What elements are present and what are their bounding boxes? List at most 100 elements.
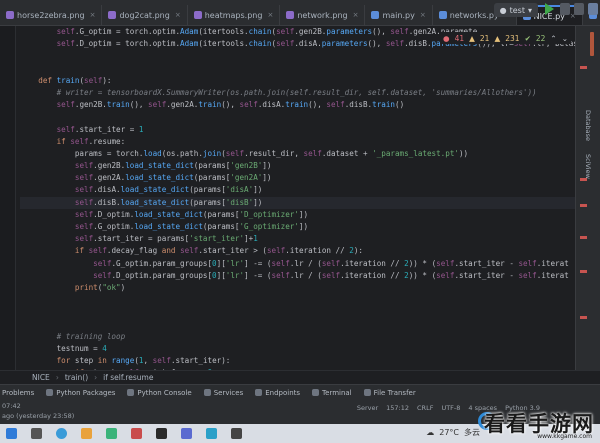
tool-python-console[interactable]: Python Console	[127, 389, 192, 397]
status-line-ending[interactable]: CRLF	[417, 404, 433, 412]
code-line[interactable]: self.gen2B.load_state_dict(params['gen2B…	[20, 160, 575, 172]
tab-main-py[interactable]: main.py ×	[365, 5, 433, 25]
sciview-tool-tab[interactable]: SciView	[584, 154, 592, 179]
error-stripe-marker[interactable]	[580, 204, 587, 207]
breadcrumb-separator: ›	[55, 373, 59, 382]
search-icon[interactable]	[31, 428, 42, 439]
status-encoding[interactable]: UTF-8	[441, 404, 460, 412]
code-line[interactable]: self.gen2A.load_state_dict(params['gen2A…	[20, 172, 575, 184]
code-line[interactable]: # writer = tensorboardX.SummaryWriter(os…	[20, 87, 575, 99]
code-line[interactable]: self.start_iter = params['start_iter']+1	[20, 233, 575, 245]
close-icon[interactable]: ×	[420, 11, 426, 19]
weather-icon: ☁	[426, 428, 435, 437]
code-area[interactable]: self.G_optim = torch.optim.Adam(itertool…	[20, 26, 575, 370]
chevron-down-icon[interactable]: ⌄	[562, 34, 568, 43]
code-line[interactable]	[20, 306, 575, 318]
image-file-icon	[193, 11, 202, 19]
browser-icon[interactable]	[56, 428, 67, 439]
tool-label: Python Packages	[56, 388, 116, 397]
tab-heatmaps-png[interactable]: heatmaps.png ×	[188, 5, 281, 25]
close-icon[interactable]: ×	[267, 11, 273, 19]
weather-temp[interactable]: 27°C	[439, 428, 459, 437]
close-icon[interactable]: ×	[175, 11, 181, 19]
pycharm-icon[interactable]	[156, 428, 167, 439]
code-line[interactable]: self.G_optim.param_groups[0]['lr'] -= (s…	[20, 258, 575, 270]
status-position[interactable]: 157:12	[386, 404, 409, 412]
run-icon[interactable]	[545, 3, 554, 15]
tool-label: Services	[213, 388, 244, 397]
code-line[interactable]: # training loop	[20, 331, 575, 343]
code-line[interactable]: def train(self):	[20, 75, 575, 87]
code-line[interactable]	[20, 319, 575, 331]
debug-icon[interactable]	[560, 3, 570, 15]
app-icon[interactable]	[206, 428, 217, 439]
start-icon[interactable]	[6, 428, 17, 439]
services-icon	[203, 389, 211, 396]
image-file-icon	[6, 11, 14, 19]
tool-python-packages[interactable]: Python Packages	[46, 389, 115, 397]
code-line[interactable]: self.gen2B.train(), self.gen2A.train(), …	[20, 99, 575, 111]
tab-label: horse2zebra.png	[17, 10, 85, 20]
error-stripe-marker[interactable]	[580, 270, 587, 273]
breadcrumb-file[interactable]: NICE	[32, 373, 50, 382]
python-file-icon	[371, 11, 380, 19]
error-stripe-marker[interactable]	[580, 178, 587, 181]
tab-network-png[interactable]: network.png ×	[280, 5, 366, 25]
code-line[interactable]: if self.decay_flag and self.start_iter >…	[20, 245, 575, 257]
code-line[interactable]: print("ok")	[20, 282, 575, 294]
code-line[interactable]	[20, 294, 575, 306]
code-line[interactable]: self.start_iter = 1	[20, 124, 575, 136]
tool-endpoints[interactable]: Endpoints	[255, 389, 300, 397]
code-line[interactable]: self.disA.load_state_dict(params['disA']…	[20, 184, 575, 196]
error-stripe-marker[interactable]	[580, 316, 587, 319]
app-icon[interactable]	[131, 428, 142, 439]
settings-icon[interactable]	[588, 3, 598, 15]
tab-horse2zebra-png[interactable]: horse2zebra.png ×	[0, 5, 103, 25]
code-line[interactable]	[20, 50, 575, 62]
watermark-url: www.kkgame.com	[537, 433, 592, 440]
tab-label: heatmaps.png	[204, 10, 263, 20]
tool-label: Terminal	[322, 388, 352, 397]
inspection-widget[interactable]: ● 41 ▲ 21 ▲ 231 ✔ 22 ⌃ ⌄	[440, 32, 571, 44]
tool-file-transfer[interactable]: File Transfer	[363, 389, 416, 397]
endpoints-icon	[255, 389, 263, 396]
weak-warning-icon: ▲	[494, 33, 501, 43]
status-server[interactable]: Server	[357, 404, 378, 412]
breadcrumb-function[interactable]: train()	[65, 373, 88, 382]
app-icon[interactable]	[181, 428, 192, 439]
breadcrumb-block[interactable]: if self.resume	[103, 373, 153, 382]
more-icon[interactable]	[574, 3, 584, 15]
status-message[interactable]: ago (yesterday 23:58)	[2, 412, 74, 420]
packages-icon	[46, 389, 54, 396]
code-line[interactable]: for step in range(1, self.start_iter):	[20, 355, 575, 367]
code-line[interactable]: params = torch.load(os.path.join(self.re…	[20, 148, 575, 160]
tool-services[interactable]: Services	[203, 388, 244, 397]
tab-label: networks.py	[449, 10, 499, 20]
code-line[interactable]: testnum = 4	[20, 343, 575, 355]
folder-icon[interactable]	[81, 428, 92, 439]
run-config-selector[interactable]: ● test ▾	[493, 3, 538, 17]
app-icon[interactable]	[231, 428, 242, 439]
app-icon[interactable]	[106, 428, 117, 439]
close-icon[interactable]: ×	[90, 11, 96, 19]
tab-dog2cat-png[interactable]: dog2cat.png ×	[102, 5, 188, 25]
line-gutter[interactable]	[0, 26, 16, 370]
tool-terminal[interactable]: Terminal	[312, 389, 352, 397]
code-line[interactable]: self.D_optim.load_state_dict(params['D_o…	[20, 209, 575, 221]
notifications-icon[interactable]	[590, 32, 594, 56]
code-line[interactable]: self.D_optim.param_groups[0]['lr'] -= (s…	[20, 270, 575, 282]
code-editor[interactable]: self.G_optim = torch.optim.Adam(itertool…	[0, 26, 575, 370]
tool-problems[interactable]: Problems	[2, 389, 34, 397]
code-line[interactable]: if self.resume:	[20, 136, 575, 148]
error-stripe-marker[interactable]	[580, 236, 587, 239]
breadcrumb-separator: ›	[94, 373, 98, 382]
code-line[interactable]: self.disB.load_state_dict(params['disB']…	[20, 196, 575, 209]
close-icon[interactable]: ×	[353, 11, 359, 19]
error-stripe-marker[interactable]	[580, 66, 587, 69]
code-line[interactable]	[20, 111, 575, 123]
code-line[interactable]	[20, 63, 575, 75]
chevron-up-icon[interactable]: ⌃	[550, 34, 556, 43]
database-tool-tab[interactable]: Database	[584, 110, 592, 141]
code-line[interactable]: self.G_optim.load_state_dict(params['G_o…	[20, 221, 575, 233]
right-tool-sidebar: Database SciView	[575, 26, 600, 370]
